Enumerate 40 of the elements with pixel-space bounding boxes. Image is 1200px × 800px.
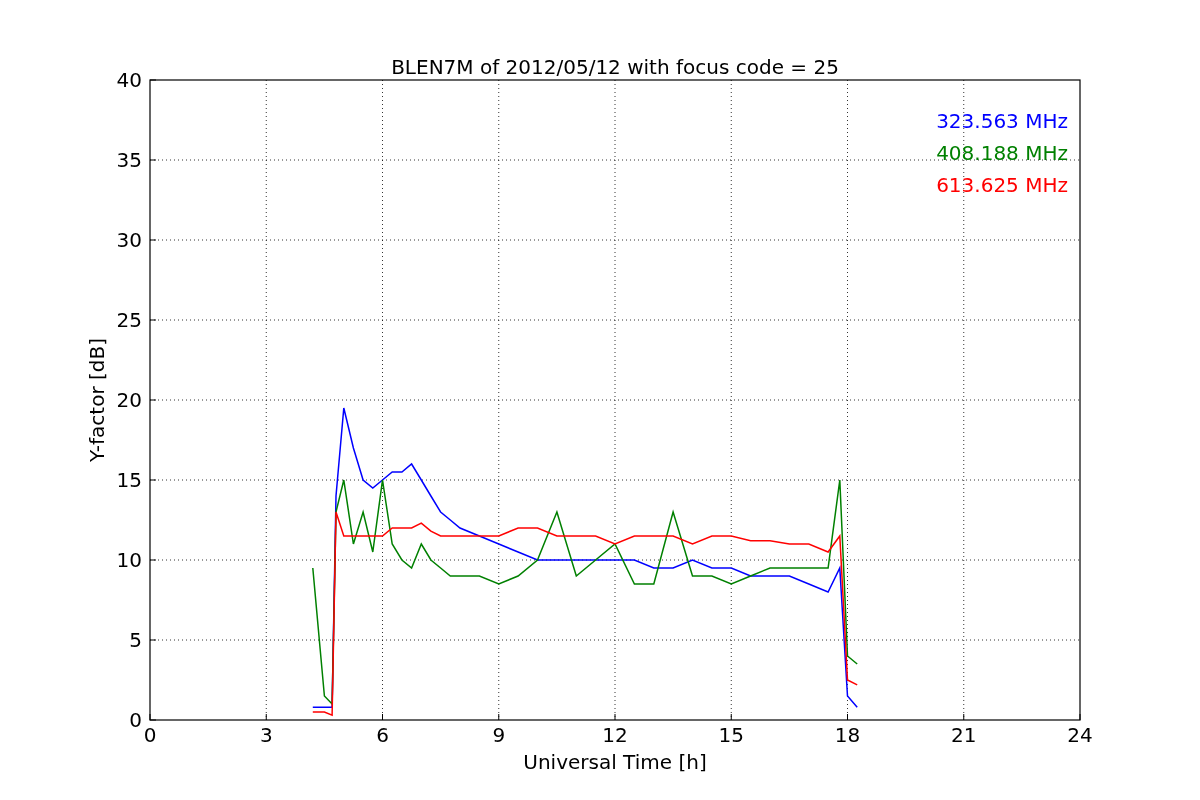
y-tick-label: 20 — [116, 388, 142, 412]
y-tick-label: 0 — [129, 708, 142, 732]
tick-mark — [382, 713, 383, 721]
x-tick-label: 3 — [259, 723, 273, 747]
series-label: 408.188 MHz — [936, 141, 1068, 165]
tick-mark — [1079, 713, 1081, 721]
tick-mark — [730, 713, 732, 721]
y-tick-label: 30 — [116, 228, 142, 252]
x-tick-label: 9 — [492, 723, 506, 747]
tick-mark — [614, 713, 616, 721]
tick-mark — [498, 713, 500, 721]
x-tick-label: 21 — [951, 723, 977, 747]
tick-mark — [149, 639, 157, 641]
x-tick-label: 18 — [834, 723, 861, 747]
y-tick-label: 25 — [116, 308, 142, 332]
x-tick-label: 0 — [143, 723, 157, 747]
tick-mark — [149, 319, 157, 321]
tick-mark — [149, 159, 157, 161]
y-tick-label: 10 — [116, 548, 142, 572]
x-tick-label: 12 — [602, 723, 628, 747]
tick-mark — [847, 713, 848, 721]
series-label: 323.563 MHz — [936, 109, 1068, 133]
y-tick-label: 40 — [116, 68, 142, 92]
tick-mark — [149, 479, 157, 481]
tick-mark — [149, 79, 157, 81]
tick-mark — [265, 713, 267, 721]
x-tick-label: 24 — [1067, 723, 1093, 747]
y-axis-label: Y-factor [dB] — [85, 338, 109, 462]
y-tick-label: 5 — [129, 628, 142, 652]
y-tick-label: 15 — [116, 468, 142, 492]
x-tick-label: 6 — [376, 723, 389, 747]
tick-mark — [149, 239, 157, 241]
x-axis-label: Universal Time [h] — [523, 750, 707, 774]
tick-mark — [149, 559, 157, 561]
chart-title: BLEN7M of 2012/05/12 with focus code = 25 — [391, 55, 839, 79]
tick-mark — [963, 713, 965, 721]
tick-mark — [149, 399, 157, 401]
series-label: 613.625 MHz — [936, 173, 1068, 197]
y-tick-label: 35 — [116, 148, 142, 172]
x-tick-label: 15 — [718, 723, 744, 747]
